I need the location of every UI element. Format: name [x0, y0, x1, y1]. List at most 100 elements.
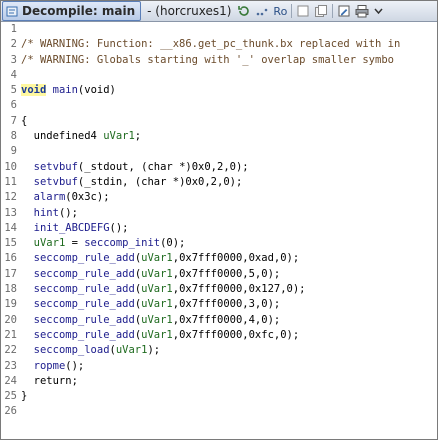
- code-text: uVar1 = seccomp_init(0);: [21, 236, 186, 251]
- snapshot-button[interactable]: [296, 3, 310, 19]
- code-line[interactable]: 26: [1, 404, 437, 419]
- line-number: 2: [10, 38, 17, 51]
- code-text: hint();: [21, 206, 78, 221]
- code-token[interactable]: seccomp_rule_add: [34, 283, 135, 295]
- code-token[interactable]: uVar1: [116, 344, 148, 356]
- code-token[interactable]: seccomp_rule_add: [34, 268, 135, 280]
- line-number: 16: [4, 252, 17, 265]
- copy-button[interactable]: [314, 3, 328, 19]
- line-number: 21: [4, 328, 17, 341]
- code-line[interactable]: 13 hint();: [1, 206, 437, 221]
- line-number: 10: [4, 160, 17, 173]
- code-line[interactable]: 7{: [1, 114, 437, 129]
- code-line[interactable]: 9: [1, 144, 437, 159]
- code-listing[interactable]: 1 2 /* WARNING: Function: __x86.get_pc_thu…: [1, 22, 437, 439]
- code-line[interactable]: 5 void main(void): [1, 83, 437, 98]
- tab-label: Decompile: main: [22, 4, 136, 18]
- code-text: seccomp_load(uVar1);: [21, 343, 160, 358]
- line-number: 13: [4, 206, 17, 219]
- code-token: void: [21, 84, 47, 97]
- program-subtitle: - (horcruxes1): [147, 4, 232, 18]
- code-token[interactable]: uVar1: [141, 329, 173, 341]
- code-token[interactable]: uVar1: [34, 237, 66, 249]
- code-line[interactable]: 12 alarm(0x3c);: [1, 190, 437, 205]
- code-line[interactable]: 18 seccomp_rule_add(uVar1,0x7fff0000,0x1…: [1, 282, 437, 297]
- line-number: 25: [4, 390, 17, 403]
- line-number: 15: [4, 237, 17, 250]
- code-token[interactable]: uVar1: [141, 298, 173, 310]
- code-text: seccomp_rule_add(uVar1,0x7fff0000,4,0);: [21, 313, 281, 328]
- code-token[interactable]: seccomp_rule_add: [34, 329, 135, 341]
- code-line[interactable]: 22 seccomp_load(uVar1);: [1, 343, 437, 358]
- code-token[interactable]: setvbuf: [34, 176, 78, 188]
- code-line[interactable]: 25}: [1, 389, 437, 404]
- code-line[interactable]: 4: [1, 68, 437, 83]
- code-text: ropme();: [21, 359, 85, 374]
- code-token: /* WARNING: Globals starting with '_' ov…: [21, 53, 394, 66]
- print-button[interactable]: [355, 3, 370, 19]
- code-token: ,0x7fff0000,5,0);: [172, 267, 281, 280]
- code-line[interactable]: 19 seccomp_rule_add(uVar1,0x7fff0000,3,0…: [1, 297, 437, 312]
- code-text: }: [21, 389, 27, 404]
- code-token: );: [147, 344, 161, 357]
- line-number: 18: [4, 283, 17, 296]
- code-line[interactable]: 24 return;: [1, 374, 437, 389]
- code-line[interactable]: 21 seccomp_rule_add(uVar1,0x7fff0000,0xf…: [1, 328, 437, 343]
- code-token[interactable]: seccomp_rule_add: [34, 314, 135, 326]
- code-token: ,0x7fff0000,0xfc,0);: [172, 328, 300, 341]
- menu-dropdown-button[interactable]: [374, 3, 383, 19]
- code-text: alarm(0x3c);: [21, 190, 110, 205]
- code-token[interactable]: setvbuf: [34, 161, 78, 173]
- code-token[interactable]: seccomp_rule_add: [34, 298, 135, 310]
- code-line[interactable]: 2 /* WARNING: Function: __x86.get_pc_thun…: [1, 37, 437, 52]
- dots-button[interactable]: [255, 3, 269, 19]
- code-token[interactable]: seccomp_init: [84, 237, 160, 249]
- code-line[interactable]: 14 init_ABCDEFG();: [1, 221, 437, 236]
- line-number: 5: [10, 84, 17, 97]
- code-token[interactable]: seccomp_rule_add: [34, 252, 135, 264]
- code-token[interactable]: uVar1: [141, 252, 173, 264]
- code-line[interactable]: 11 setvbuf(_stdin, (char *)0x0,2,0);: [1, 175, 437, 190]
- code-line[interactable]: 6: [1, 98, 437, 113]
- edit-button[interactable]: [337, 3, 351, 19]
- line-number: 9: [10, 145, 17, 158]
- code-line[interactable]: 23 ropme();: [1, 359, 437, 374]
- code-token[interactable]: main: [53, 84, 78, 96]
- code-text: seccomp_rule_add(uVar1,0x7fff0000,0xfc,0…: [21, 328, 300, 343]
- code-line[interactable]: 8 undefined4 uVar1;: [1, 129, 437, 144]
- edit-icon: [338, 5, 350, 17]
- code-line[interactable]: 15 uVar1 = seccomp_init(0);: [1, 236, 437, 251]
- tab-decompile-main[interactable]: Decompile: main: [2, 1, 142, 21]
- code-token[interactable]: seccomp_load: [34, 344, 110, 356]
- code-token[interactable]: ropme: [34, 360, 66, 372]
- read-only-button[interactable]: Ro: [273, 3, 287, 19]
- code-line[interactable]: 17 seccomp_rule_add(uVar1,0x7fff0000,5,0…: [1, 267, 437, 282]
- refresh-button[interactable]: [237, 3, 251, 19]
- code-line[interactable]: 20 seccomp_rule_add(uVar1,0x7fff0000,4,0…: [1, 313, 437, 328]
- code-token[interactable]: alarm: [34, 191, 66, 203]
- code-token: ,0x7fff0000,0xad,0);: [172, 252, 300, 265]
- code-token[interactable]: uVar1: [141, 314, 173, 326]
- code-line[interactable]: 1: [1, 22, 437, 37]
- code-token[interactable]: uVar1: [103, 130, 135, 142]
- code-token: ,0x7fff0000,4,0);: [172, 313, 281, 326]
- code-line[interactable]: 3 /* WARNING: Globals starting with '_' o…: [1, 53, 437, 68]
- code-token: /* WARNING: Function: __x86.get_pc_thunk…: [21, 38, 401, 51]
- code-text: undefined4 uVar1;: [21, 129, 141, 144]
- code-line[interactable]: 10 setvbuf(_stdout, (char *)0x0,2,0);: [1, 160, 437, 175]
- code-token: ();: [109, 221, 129, 234]
- code-token[interactable]: uVar1: [141, 268, 173, 280]
- code-token[interactable]: hint: [34, 207, 59, 219]
- code-token[interactable]: init_ABCDEFG: [34, 222, 110, 234]
- code-token[interactable]: uVar1: [141, 283, 173, 295]
- code-text: seccomp_rule_add(uVar1,0x7fff0000,5,0);: [21, 267, 281, 282]
- code-text: setvbuf(_stdin, (char *)0x0,2,0);: [21, 175, 243, 190]
- code-text: {: [21, 114, 27, 129]
- code-line[interactable]: 16 seccomp_rule_add(uVar1,0x7fff0000,0xa…: [1, 251, 437, 266]
